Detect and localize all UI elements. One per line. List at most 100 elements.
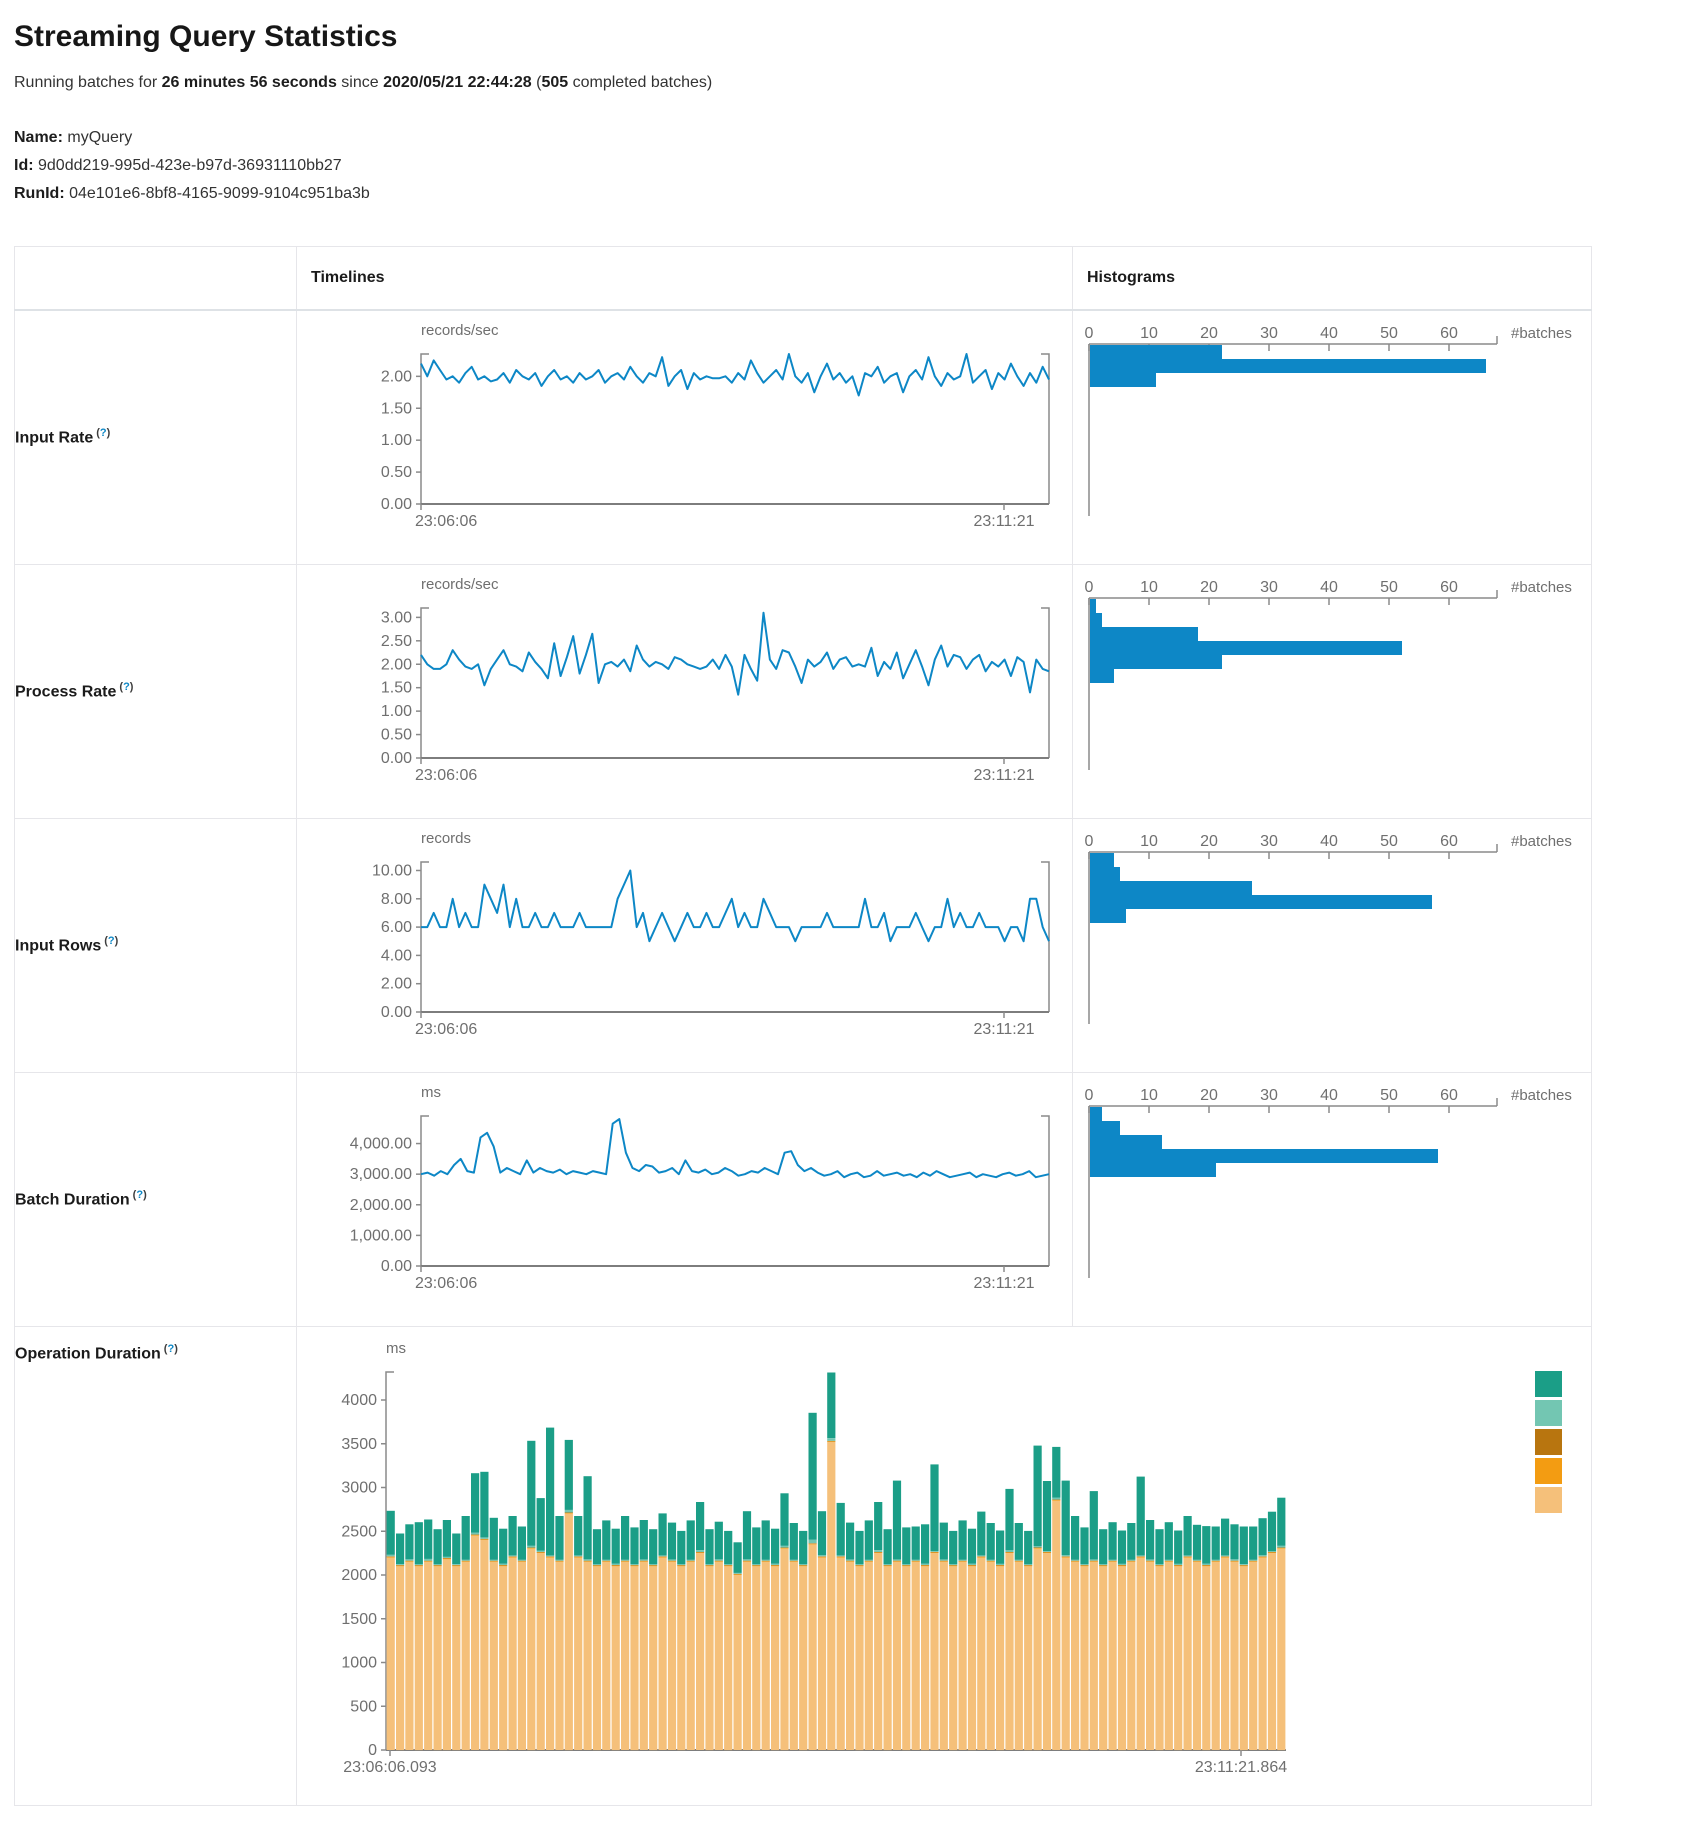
row-label-process-rate: Process Rate(?) bbox=[15, 565, 297, 819]
table-row: Operation Duration(?) ms0500100015002000… bbox=[15, 1327, 1592, 1806]
query-name-line: Name: myQuery bbox=[14, 124, 1693, 152]
batch-duration-help-icon[interactable]: (?) bbox=[133, 1189, 147, 1201]
svg-text:1.00: 1.00 bbox=[381, 703, 412, 720]
svg-text:0.00: 0.00 bbox=[381, 496, 412, 513]
svg-text:10: 10 bbox=[1140, 833, 1158, 850]
col-header-timelines: Timelines bbox=[297, 247, 1073, 311]
svg-text:ms: ms bbox=[386, 1340, 406, 1357]
table-row: Input Rate(?) records/sec0.000.501.001.5… bbox=[15, 310, 1592, 565]
summary-open-paren: ( bbox=[532, 74, 542, 91]
process-rate-histogram-chart: 0102030405060#batches bbox=[1073, 565, 1591, 818]
input-rate-timeline-chart: records/sec0.000.501.001.502.0023:06:062… bbox=[297, 311, 1072, 564]
svg-text:0.00: 0.00 bbox=[381, 1258, 412, 1275]
svg-text:3500: 3500 bbox=[341, 1436, 377, 1453]
svg-text:2000: 2000 bbox=[341, 1567, 377, 1584]
svg-text:10.00: 10.00 bbox=[372, 862, 412, 879]
svg-text:2.00: 2.00 bbox=[381, 976, 412, 993]
batch-duration-timeline-chart: ms0.001,000.002,000.003,000.004,000.0023… bbox=[297, 1073, 1072, 1326]
svg-text:8.00: 8.00 bbox=[381, 891, 412, 908]
input-rows-histogram-chart: 0102030405060#batches bbox=[1073, 819, 1591, 1072]
svg-text:20: 20 bbox=[1200, 1087, 1218, 1104]
query-name-label: Name: bbox=[14, 129, 63, 146]
svg-text:1,000.00: 1,000.00 bbox=[350, 1227, 412, 1244]
query-runid-value: 04e101e6-8bf8-4165-9099-9104c951ba3b bbox=[69, 185, 370, 202]
table-row: Process Rate(?) records/sec0.000.501.001… bbox=[15, 565, 1592, 819]
statistics-table: Timelines Histograms Input Rate(?) recor… bbox=[14, 246, 1592, 1806]
svg-text:30: 30 bbox=[1260, 1087, 1278, 1104]
batch-duration-timeline: ms0.001,000.002,000.003,000.004,000.0023… bbox=[297, 1073, 1071, 1321]
running-batches-summary: Running batches for 26 minutes 56 second… bbox=[14, 74, 1693, 92]
svg-text:500: 500 bbox=[350, 1698, 377, 1715]
svg-text:10: 10 bbox=[1140, 325, 1158, 342]
summary-prefix: Running batches for bbox=[14, 74, 162, 91]
row-label-batch-duration: Batch Duration(?) bbox=[15, 1073, 297, 1327]
svg-text:3,000.00: 3,000.00 bbox=[350, 1166, 412, 1183]
svg-text:4,000.00: 4,000.00 bbox=[350, 1136, 412, 1153]
input-rows-histogram: 0102030405060#batches bbox=[1073, 819, 1590, 1067]
svg-text:0: 0 bbox=[1085, 833, 1094, 850]
svg-text:30: 30 bbox=[1260, 833, 1278, 850]
svg-text:23:11:21.864: 23:11:21.864 bbox=[1195, 1759, 1287, 1776]
svg-text:records/sec: records/sec bbox=[421, 576, 499, 593]
svg-text:2.50: 2.50 bbox=[381, 633, 412, 650]
svg-text:10: 10 bbox=[1140, 1087, 1158, 1104]
empty-header-cell bbox=[15, 247, 297, 311]
batch-duration-histogram-chart: 0102030405060#batches bbox=[1073, 1073, 1591, 1326]
svg-text:0.50: 0.50 bbox=[381, 727, 412, 744]
svg-text:20: 20 bbox=[1200, 833, 1218, 850]
input-rows-help-icon[interactable]: (?) bbox=[104, 935, 118, 947]
legend-swatch-2 bbox=[1535, 1400, 1562, 1426]
query-runid-label: RunId: bbox=[14, 185, 65, 202]
spark-streaming-statistics-page: Streaming Query Statistics Running batch… bbox=[0, 0, 1693, 1836]
svg-text:40: 40 bbox=[1320, 325, 1338, 342]
process-rate-help-icon[interactable]: (?) bbox=[119, 681, 133, 693]
svg-text:4.00: 4.00 bbox=[381, 947, 412, 964]
input-rows-timeline-chart: records0.002.004.006.008.0010.0023:06:06… bbox=[297, 819, 1072, 1072]
summary-middle: since bbox=[337, 74, 383, 91]
svg-text:30: 30 bbox=[1260, 579, 1278, 596]
svg-text:#batches: #batches bbox=[1511, 1087, 1572, 1104]
svg-text:6.00: 6.00 bbox=[381, 919, 412, 936]
row-label-input-rows: Input Rows(?) bbox=[15, 819, 297, 1073]
svg-text:0: 0 bbox=[368, 1742, 377, 1759]
svg-text:4000: 4000 bbox=[341, 1392, 377, 1409]
svg-text:23:06:06: 23:06:06 bbox=[415, 1021, 477, 1038]
svg-text:20: 20 bbox=[1200, 325, 1218, 342]
summary-completed-count: 505 bbox=[541, 74, 568, 91]
svg-text:3000: 3000 bbox=[341, 1480, 377, 1497]
operation-duration-help-icon[interactable]: (?) bbox=[164, 1343, 178, 1355]
svg-text:60: 60 bbox=[1440, 325, 1458, 342]
svg-text:2500: 2500 bbox=[341, 1523, 377, 1540]
svg-text:2,000.00: 2,000.00 bbox=[350, 1197, 412, 1214]
row-label-operation-duration: Operation Duration(?) bbox=[15, 1327, 297, 1806]
svg-text:40: 40 bbox=[1320, 833, 1338, 850]
svg-text:20: 20 bbox=[1200, 579, 1218, 596]
svg-text:60: 60 bbox=[1440, 579, 1458, 596]
svg-text:0.00: 0.00 bbox=[381, 1004, 412, 1021]
query-name-value: myQuery bbox=[67, 129, 132, 146]
table-row: Input Rows(?) records0.002.004.006.008.0… bbox=[15, 819, 1592, 1073]
svg-text:50: 50 bbox=[1380, 325, 1398, 342]
svg-text:1.50: 1.50 bbox=[381, 680, 412, 697]
svg-text:60: 60 bbox=[1440, 1087, 1458, 1104]
svg-text:50: 50 bbox=[1380, 833, 1398, 850]
input-rate-timeline: records/sec0.000.501.001.502.0023:06:062… bbox=[297, 311, 1071, 559]
operation-duration: ms0500100015002000250030003500400023:06:… bbox=[297, 1327, 1590, 1800]
svg-text:23:11:21: 23:11:21 bbox=[973, 1275, 1034, 1292]
query-metadata: Name: myQuery Id: 9d0dd219-995d-423e-b97… bbox=[14, 124, 1693, 208]
svg-text:3.00: 3.00 bbox=[381, 609, 412, 626]
process-rate-timeline-chart: records/sec0.000.501.001.502.002.503.002… bbox=[297, 565, 1072, 818]
svg-text:60: 60 bbox=[1440, 833, 1458, 850]
svg-text:10: 10 bbox=[1140, 579, 1158, 596]
svg-text:50: 50 bbox=[1380, 1087, 1398, 1104]
input-rate-help-icon[interactable]: (?) bbox=[96, 427, 110, 439]
svg-text:records/sec: records/sec bbox=[421, 322, 499, 339]
svg-text:23:11:21: 23:11:21 bbox=[973, 513, 1034, 530]
svg-text:50: 50 bbox=[1380, 579, 1398, 596]
summary-start-time: 2020/05/21 22:44:28 bbox=[383, 74, 532, 91]
legend-swatch-3 bbox=[1535, 1429, 1562, 1455]
svg-text:23:06:06: 23:06:06 bbox=[415, 513, 477, 530]
svg-text:1000: 1000 bbox=[341, 1655, 377, 1672]
svg-text:1.00: 1.00 bbox=[381, 432, 412, 449]
input-rate-histogram: 0102030405060#batches bbox=[1073, 311, 1590, 559]
